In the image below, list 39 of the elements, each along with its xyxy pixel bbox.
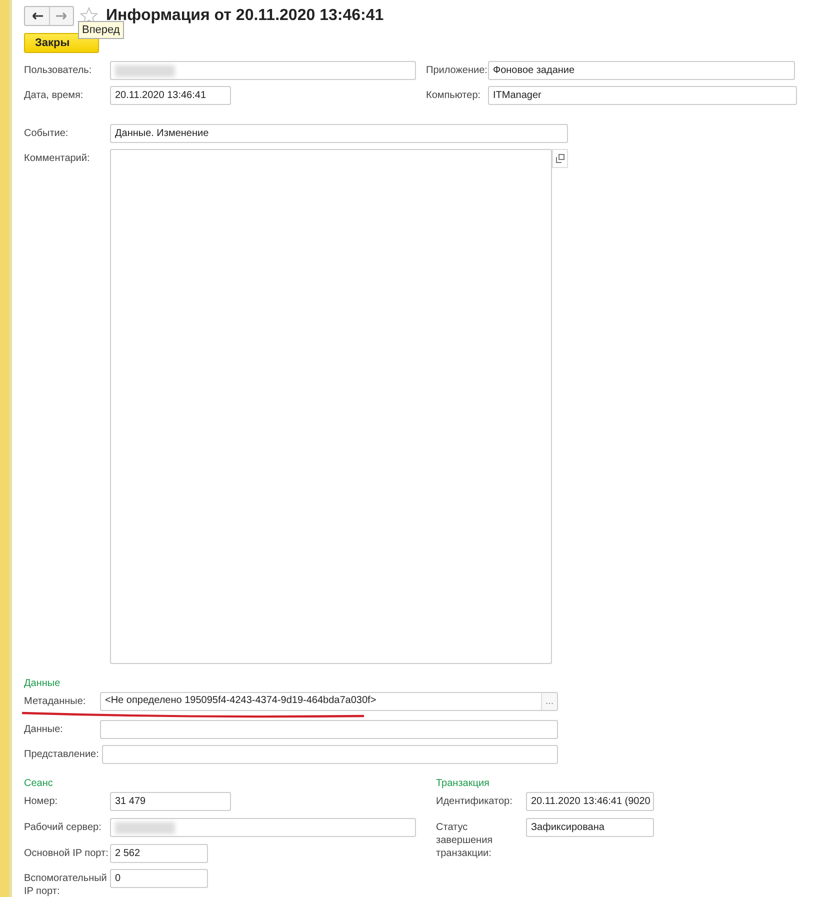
input-field[interactable] [110, 61, 416, 80]
field-label: Вспомогательный IP порт: [24, 872, 108, 897]
field-label: Компьютер: [426, 89, 482, 102]
input-field[interactable] [102, 745, 558, 764]
section-title: Транзакция [436, 778, 490, 789]
input-field[interactable]: 0 [110, 869, 208, 888]
input-field[interactable]: Данные. Изменение [110, 124, 568, 143]
input-field[interactable]: 20.11.2020 13:46:41 [110, 86, 231, 105]
field-label: Дата, время: [24, 89, 84, 102]
input-field[interactable]: 2 562 [110, 844, 208, 863]
field-label: Пользователь: [24, 64, 93, 77]
input-field[interactable] [110, 818, 416, 837]
open-editor-button[interactable] [552, 149, 568, 168]
field-label: Номер: [24, 795, 59, 808]
section-title: Сеанс [24, 778, 54, 789]
arrow-left-icon [32, 12, 42, 20]
close-button[interactable]: Закры [24, 33, 99, 53]
field-label: Основной IP порт: [24, 847, 110, 860]
field-label: Данные: [24, 723, 64, 736]
field-label: Рабочий сервер: [24, 821, 102, 834]
input-field[interactable]: 31 479 [110, 792, 231, 811]
input-field[interactable]: <Не определено 195095f4-4243-4374-9d19-464bda7a030f> ... [100, 692, 558, 711]
input-field[interactable]: ITManager [488, 86, 797, 105]
field-label: Представление: [24, 748, 100, 761]
arrow-right-icon [56, 12, 67, 20]
input-field[interactable]: Зафиксирована [526, 818, 654, 837]
tooltip: Вперед [78, 21, 124, 39]
field-label: Метаданные: [24, 695, 87, 708]
input-field[interactable]: Фоновое задание [488, 61, 795, 80]
input-field[interactable] [100, 720, 558, 739]
window-icon [556, 154, 564, 163]
field-label: Событие: [24, 127, 70, 140]
input-field[interactable]: 20.11.2020 13:46:41 (9020 [526, 792, 654, 811]
field-label: Комментарий: [24, 152, 91, 165]
field-label: Статус завершения транзакции: [436, 821, 494, 860]
field-label: Приложение: [426, 64, 488, 77]
field-label: Идентификатор: [436, 795, 514, 808]
section-title: Данные [24, 678, 62, 689]
comment-field[interactable] [110, 149, 552, 664]
